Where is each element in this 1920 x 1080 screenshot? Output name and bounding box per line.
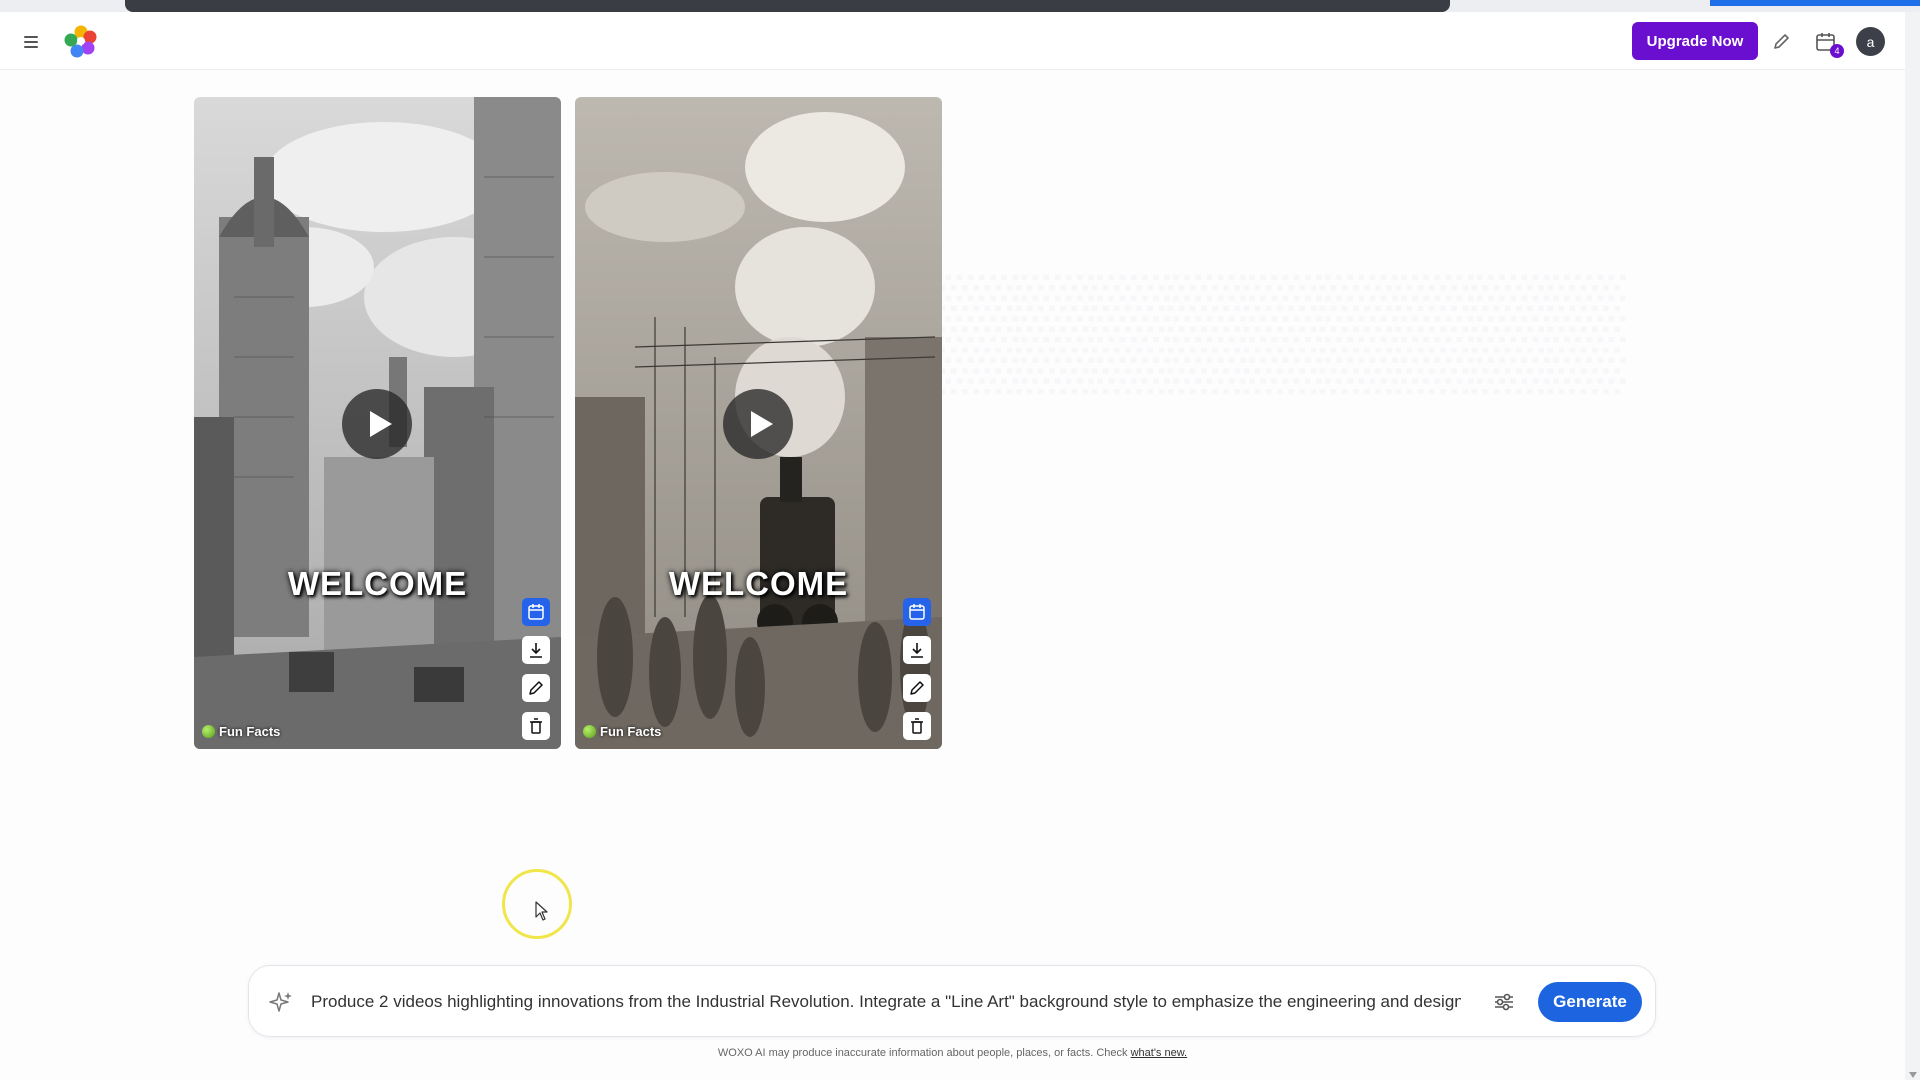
sliders-icon[interactable]	[1491, 989, 1517, 1015]
scrollbar[interactable]	[1905, 12, 1920, 1080]
channel-avatar	[583, 725, 596, 738]
pencil-icon	[529, 681, 543, 695]
download-icon	[911, 643, 923, 658]
download-button[interactable]	[522, 636, 550, 664]
faded-background-decoration: ▒▒▒▒▒▒▒▒▒	[940, 267, 1625, 390]
channel-avatar	[202, 725, 215, 738]
menu-icon[interactable]	[22, 33, 42, 49]
top-dark-bar	[125, 0, 1450, 12]
video-card[interactable]: WELCOME Fun Facts	[575, 97, 942, 749]
top-blue-accent	[1710, 0, 1920, 6]
channel-label: Fun Facts	[202, 724, 280, 739]
prompt-bar: Generate	[248, 965, 1656, 1037]
download-icon	[530, 643, 542, 658]
generate-button[interactable]: Generate	[1538, 982, 1642, 1022]
calendar-icon	[909, 604, 925, 620]
browser-top-strip	[0, 0, 1920, 12]
calendar-icon	[528, 604, 544, 620]
video-actions	[522, 598, 550, 749]
channel-name: Fun Facts	[600, 724, 662, 739]
trash-icon	[530, 718, 542, 734]
video-card[interactable]: WELCOME Fun Facts	[194, 97, 561, 749]
notification-badge: 4	[1830, 44, 1844, 58]
mouse-cursor-icon	[535, 901, 548, 921]
download-button[interactable]	[903, 636, 931, 664]
pencil-icon	[910, 681, 924, 695]
scroll-down-arrow-icon[interactable]	[1909, 1072, 1917, 1078]
pencil-icon[interactable]	[1769, 29, 1795, 55]
schedule-button[interactable]	[903, 598, 931, 626]
delete-button[interactable]	[522, 712, 550, 740]
channel-name: Fun Facts	[219, 724, 281, 739]
delete-button[interactable]	[903, 712, 931, 740]
video-title-overlay: WELCOME	[287, 565, 468, 602]
channel-label: Fun Facts	[583, 724, 661, 739]
whats-new-link[interactable]: what's new.	[1131, 1047, 1188, 1059]
prompt-input[interactable]	[311, 986, 1461, 1018]
sparkle-icon	[269, 992, 292, 1012]
upgrade-now-button[interactable]: Upgrade Now	[1632, 22, 1758, 60]
video-title-overlay: WELCOME	[668, 565, 849, 602]
play-button[interactable]	[723, 389, 793, 459]
app-header: Upgrade Now 4 a	[0, 12, 1905, 70]
logo-icon[interactable]	[64, 24, 98, 58]
trash-icon	[911, 718, 923, 734]
edit-button[interactable]	[903, 674, 931, 702]
video-actions	[903, 598, 931, 749]
edit-button[interactable]	[522, 674, 550, 702]
disclaimer: WOXO AI may produce inaccurate informati…	[0, 1047, 1905, 1059]
calendar-icon[interactable]: 4	[1813, 29, 1844, 58]
avatar[interactable]: a	[1856, 27, 1885, 56]
disclaimer-text: WOXO AI may produce inaccurate informati…	[717, 1047, 1128, 1059]
schedule-button[interactable]	[522, 598, 550, 626]
play-button[interactable]	[342, 389, 412, 459]
